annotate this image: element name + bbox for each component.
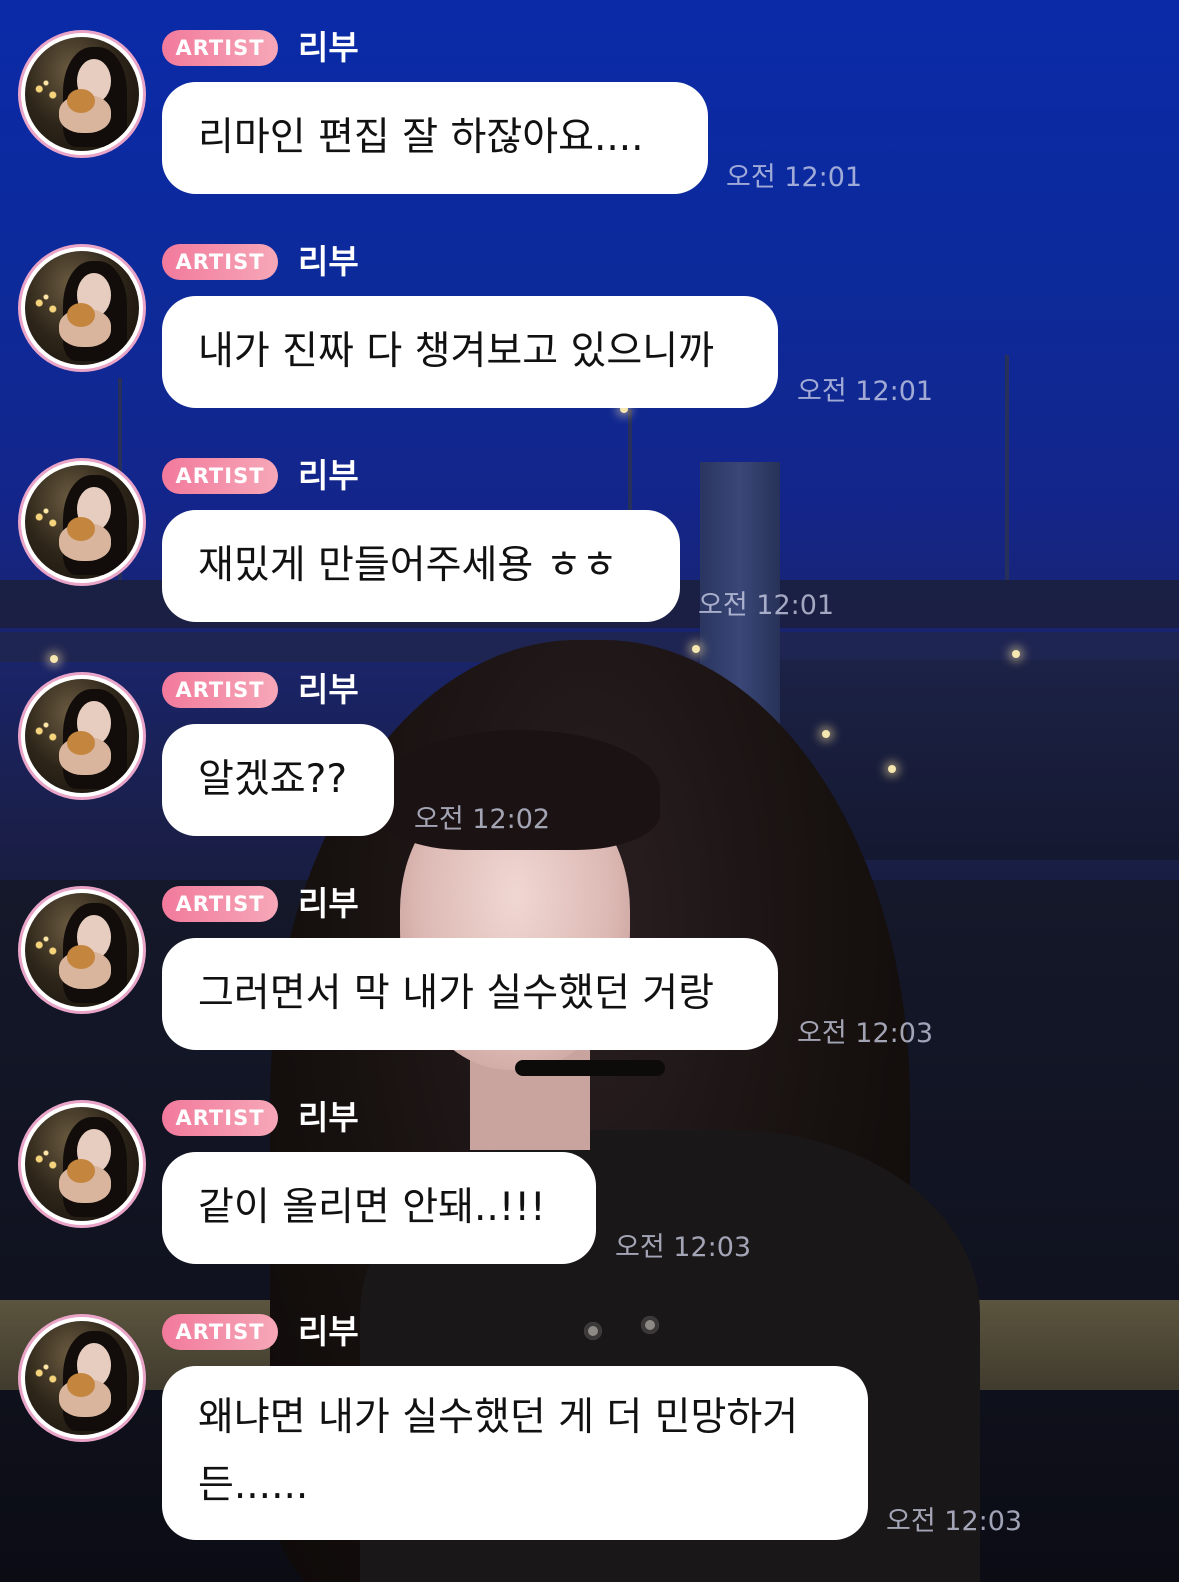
message-time: 오전 12:03: [615, 1232, 752, 1263]
artist-badge: ARTIST: [162, 1100, 278, 1136]
avatar-photo: [25, 1321, 139, 1435]
avatar-photo: [25, 251, 139, 365]
chat-thread: ARTIST 리부 리마인 편집 잘 하잖아요.... 오전 12:01 ART…: [0, 0, 1179, 1582]
avatar[interactable]: [18, 30, 146, 158]
sender-name[interactable]: 리부: [298, 28, 359, 68]
message-line: 왜냐면 내가 실수했던 게 더 민망하거: [198, 1395, 799, 1440]
avatar[interactable]: [18, 886, 146, 1014]
message-time: 오전 12:01: [726, 162, 863, 193]
message-time: 오전 12:01: [797, 376, 934, 407]
avatar[interactable]: [18, 1100, 146, 1228]
sender-name[interactable]: 리부: [298, 884, 359, 924]
message-time: 오전 12:03: [886, 1506, 1023, 1537]
message-time: 오전 12:03: [797, 1018, 934, 1049]
avatar-photo: [25, 465, 139, 579]
artist-badge: ARTIST: [162, 244, 278, 280]
avatar-photo: [25, 37, 139, 151]
message-time: 오전 12:02: [414, 804, 551, 835]
avatar[interactable]: [18, 458, 146, 586]
artist-badge: ARTIST: [162, 672, 278, 708]
sender-name[interactable]: 리부: [298, 1312, 359, 1352]
message-bubble[interactable]: 같이 올리면 안돼..!!!: [162, 1152, 596, 1264]
avatar-photo: [25, 679, 139, 793]
message-bubble[interactable]: 내가 진짜 다 챙겨보고 있으니까: [162, 296, 778, 408]
sender-name[interactable]: 리부: [298, 456, 359, 496]
avatar-photo: [25, 893, 139, 1007]
artist-badge: ARTIST: [162, 458, 278, 494]
sender-name[interactable]: 리부: [298, 1098, 359, 1138]
message-bubble[interactable]: 리마인 편집 잘 하잖아요....: [162, 82, 708, 194]
artist-badge: ARTIST: [162, 886, 278, 922]
sender-name[interactable]: 리부: [298, 670, 359, 710]
avatar[interactable]: [18, 672, 146, 800]
sender-name[interactable]: 리부: [298, 242, 359, 282]
artist-badge: ARTIST: [162, 1314, 278, 1350]
message-line: 든......: [198, 1463, 309, 1508]
message-bubble[interactable]: 재밌게 만들어주세용 ㅎㅎ: [162, 510, 680, 622]
message-bubble[interactable]: 그러면서 막 내가 실수했던 거랑: [162, 938, 778, 1050]
message-time: 오전 12:01: [698, 590, 835, 621]
avatar[interactable]: [18, 244, 146, 372]
message-bubble[interactable]: 알겠죠??: [162, 724, 394, 836]
avatar-photo: [25, 1107, 139, 1221]
avatar[interactable]: [18, 1314, 146, 1442]
message-bubble[interactable]: 왜냐면 내가 실수했던 게 더 민망하거 든......: [162, 1366, 868, 1540]
artist-badge: ARTIST: [162, 30, 278, 66]
